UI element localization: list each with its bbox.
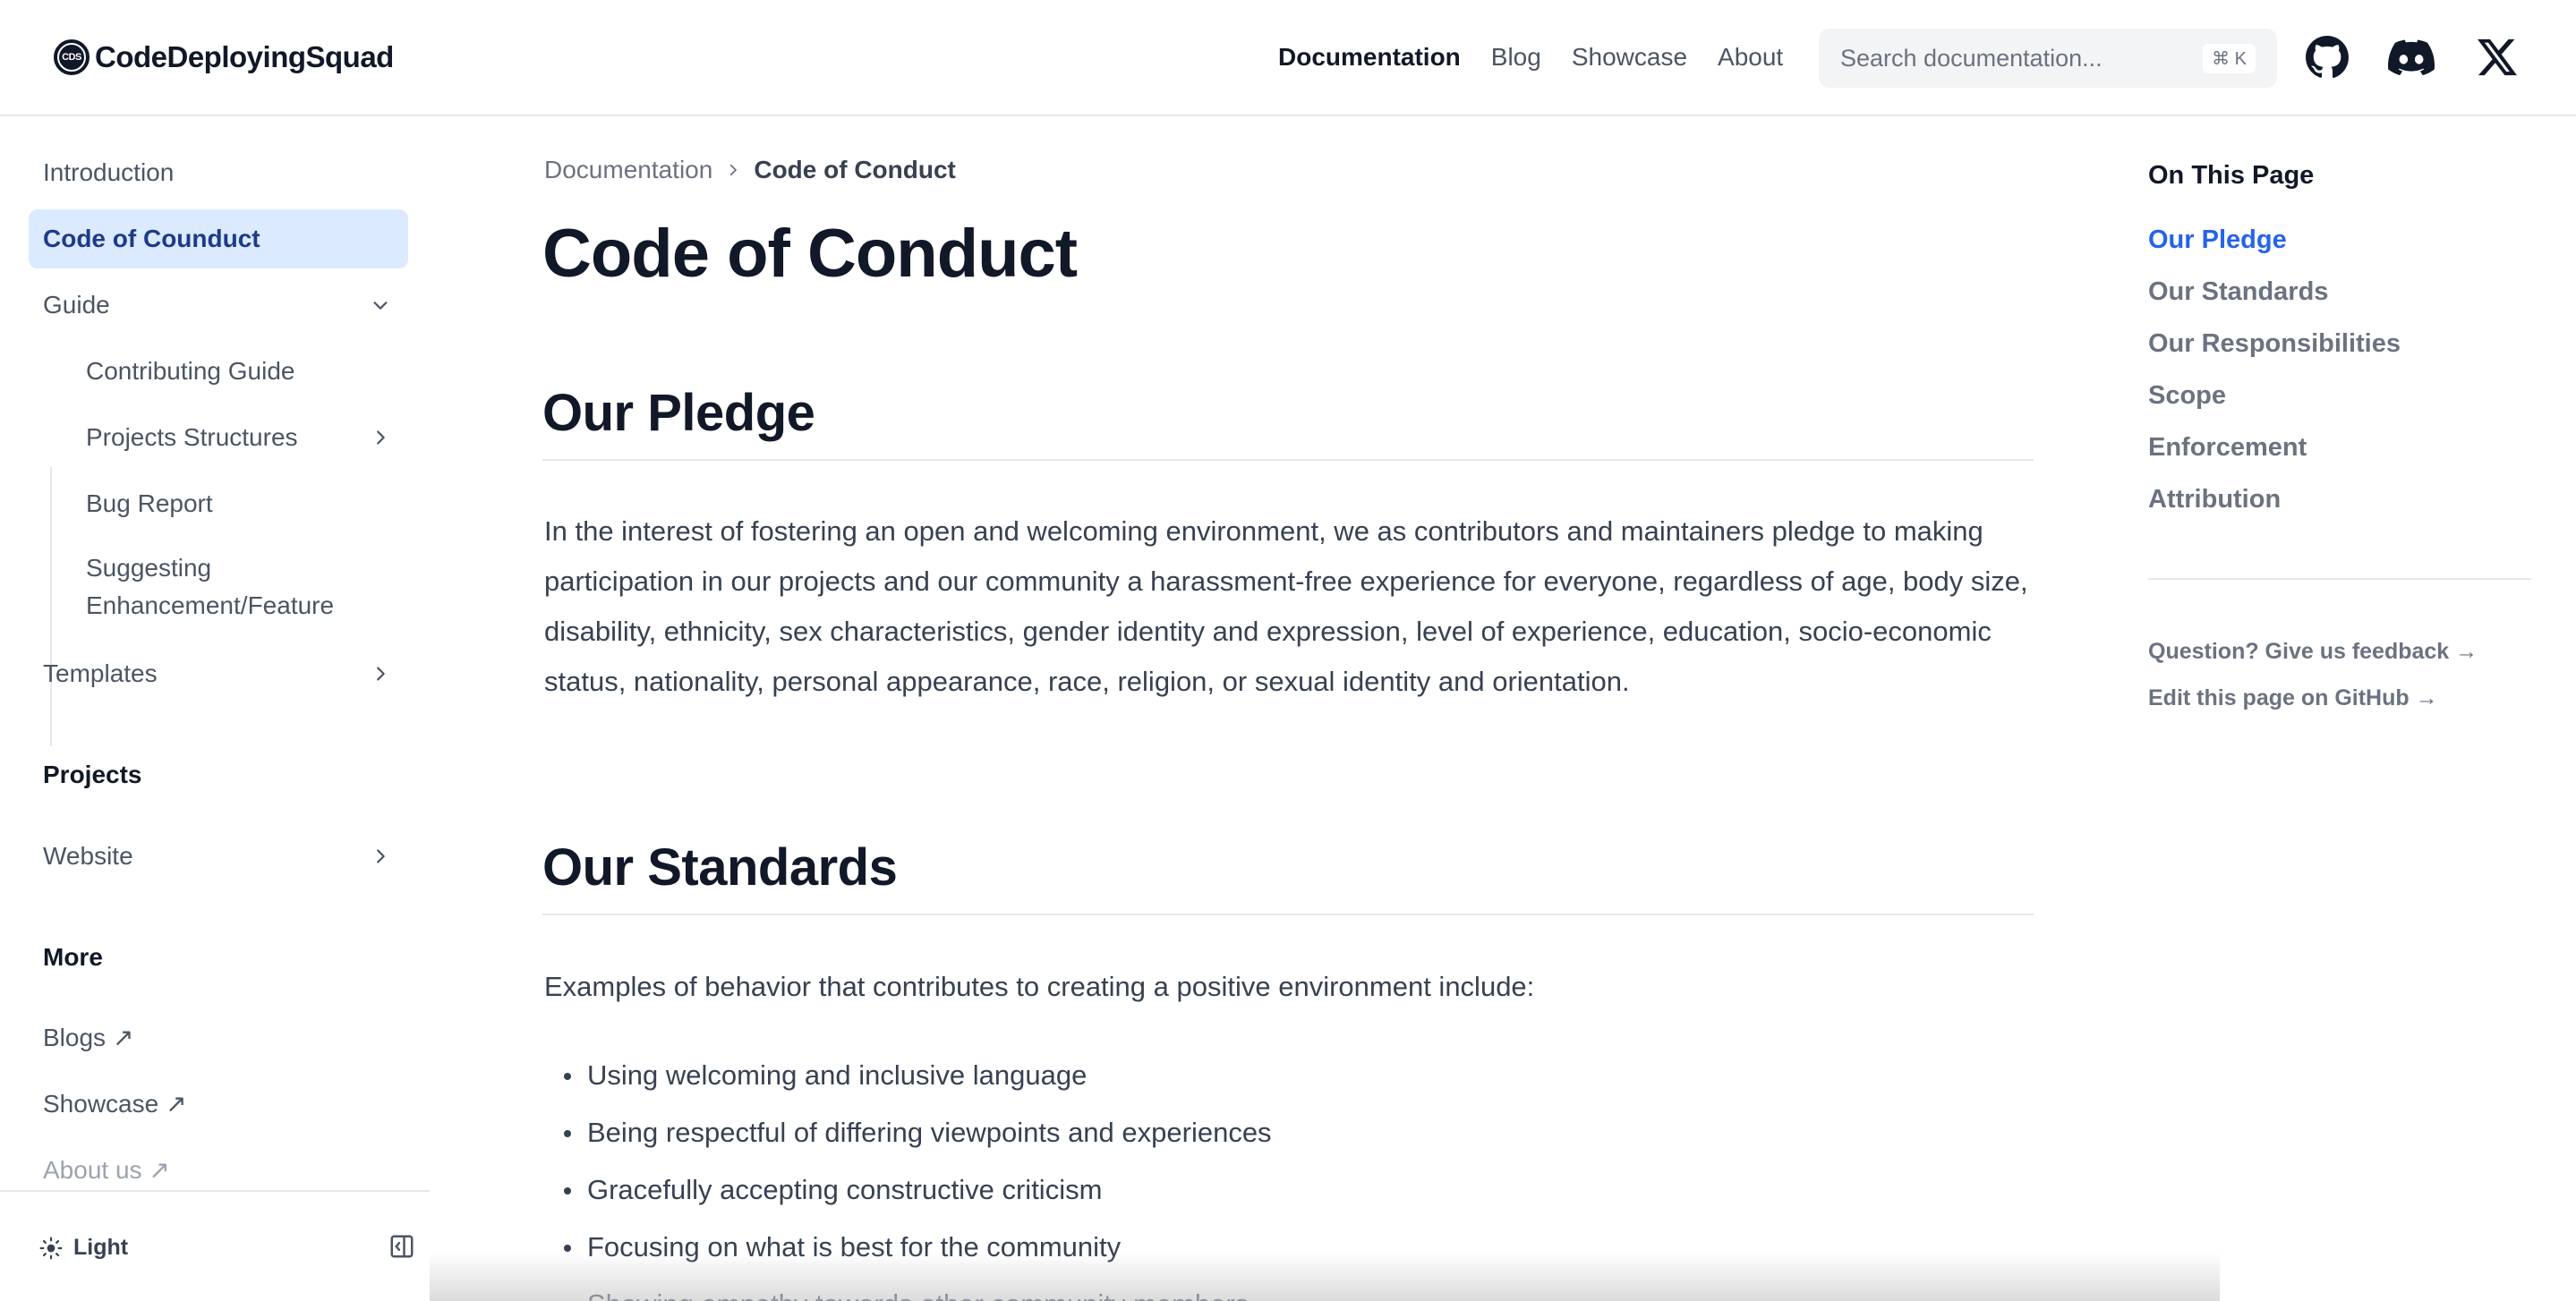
page-title: Code of Conduct: [542, 216, 1078, 292]
breadcrumb: Documentation Code of Conduct: [544, 156, 956, 184]
theme-toggle-button[interactable]: Light: [39, 1235, 128, 1261]
toc-item-scope[interactable]: Scope: [2148, 381, 2226, 411]
nav-blog[interactable]: Blog: [1491, 43, 1541, 72]
toc-item-our-responsibilities[interactable]: Our Responsibilities: [2148, 329, 2401, 359]
logo-mark-icon: CDS: [54, 39, 90, 75]
sun-icon: [39, 1237, 63, 1259]
sidebar-item-suggesting-enhancement[interactable]: Suggesting Enhancement/Feature: [72, 540, 408, 633]
nav-documentation[interactable]: Documentation: [1278, 43, 1461, 72]
chevron-right-icon: [377, 849, 385, 863]
breadcrumb-current: Code of Conduct: [754, 156, 956, 183]
top-header: CDS CodeDeployingSquad Documentation Blo…: [0, 0, 2576, 116]
github-icon[interactable]: [2302, 32, 2352, 82]
list-item: Using welcoming and inclusive language: [544, 1047, 2030, 1104]
nav-about[interactable]: About: [1718, 43, 1783, 72]
brand-logo[interactable]: CDS CodeDeployingSquad: [54, 36, 394, 79]
search-input[interactable]: Search documentation... ⌘ K: [1819, 29, 2277, 88]
list-item: Showing empathy towards other community …: [544, 1276, 2030, 1301]
sidebar-item-blogs[interactable]: Blogs ↗: [29, 1008, 408, 1067]
sidebar-item-bug-report[interactable]: Bug Report: [72, 474, 408, 533]
edit-on-github-link[interactable]: Edit this page on GitHub →: [2148, 685, 2438, 711]
toc-divider: [2148, 578, 2531, 580]
chevron-right-icon: [730, 164, 738, 176]
theme-label: Light: [73, 1235, 129, 1260]
pledge-paragraph: In the interest of fostering an open and…: [544, 515, 2028, 697]
feedback-link[interactable]: Question? Give us feedback →: [2148, 639, 2478, 665]
sidebar-item-website[interactable]: Website: [29, 827, 408, 886]
standards-intro: Examples of behavior that contributes to…: [544, 971, 1535, 1002]
list-item: Gracefully accepting constructive critic…: [544, 1161, 2030, 1219]
breadcrumb-parent[interactable]: Documentation: [544, 156, 712, 184]
chevron-right-icon: [377, 430, 385, 445]
sidebar-item-contributing-guide[interactable]: Contributing Guide: [72, 342, 408, 401]
sidebar-item-projects-structures[interactable]: Projects Structures: [72, 408, 408, 467]
toc-heading: On This Page: [2148, 161, 2315, 190]
chevron-down-icon: [373, 302, 388, 310]
search-placeholder: Search documentation...: [1840, 44, 2103, 72]
toc-item-our-pledge[interactable]: Our Pledge: [2148, 225, 2287, 255]
guide-tree-line: [50, 467, 52, 746]
heading-our-standards: Our Standards: [542, 838, 2034, 915]
toc-item-enforcement[interactable]: Enforcement: [2148, 433, 2307, 463]
sidebar-item-templates[interactable]: Templates: [29, 644, 408, 703]
discord-icon[interactable]: [2386, 32, 2436, 82]
top-nav: Documentation Blog Showcase About: [1278, 39, 1813, 75]
sidebar-heading-more: More: [43, 943, 103, 971]
list-item: Focusing on what is best for the communi…: [544, 1219, 2030, 1276]
sidebar-heading-projects: Projects: [43, 761, 142, 788]
brand-name: CodeDeployingSquad: [95, 40, 394, 73]
collapse-sidebar-button[interactable]: [388, 1233, 415, 1264]
list-item: Being respectful of differing viewpoints…: [544, 1104, 2030, 1161]
sidebar-item-introduction[interactable]: Introduction: [29, 143, 408, 202]
sidebar: Introduction Code of Counduct Guide Cont…: [0, 116, 430, 1190]
sidebar-item-showcase[interactable]: Showcase ↗: [29, 1074, 408, 1133]
search-shortcut-badge: ⌘ K: [2203, 43, 2256, 73]
nav-showcase[interactable]: Showcase: [1572, 43, 1687, 72]
chevron-right-icon: [377, 667, 385, 681]
x-icon[interactable]: [2472, 32, 2522, 82]
toc-item-attribution[interactable]: Attribution: [2148, 485, 2281, 514]
standards-list: Using welcoming and inclusive language B…: [544, 1047, 2030, 1301]
sidebar-collapse-icon: [390, 1235, 414, 1258]
sidebar-footer: Light: [0, 1190, 430, 1301]
sidebar-item-guide[interactable]: Guide: [29, 276, 408, 335]
sidebar-item-code-of-conduct[interactable]: Code of Counduct: [29, 209, 408, 268]
toc-item-our-standards[interactable]: Our Standards: [2148, 277, 2328, 307]
heading-our-pledge: Our Pledge: [542, 383, 2034, 461]
